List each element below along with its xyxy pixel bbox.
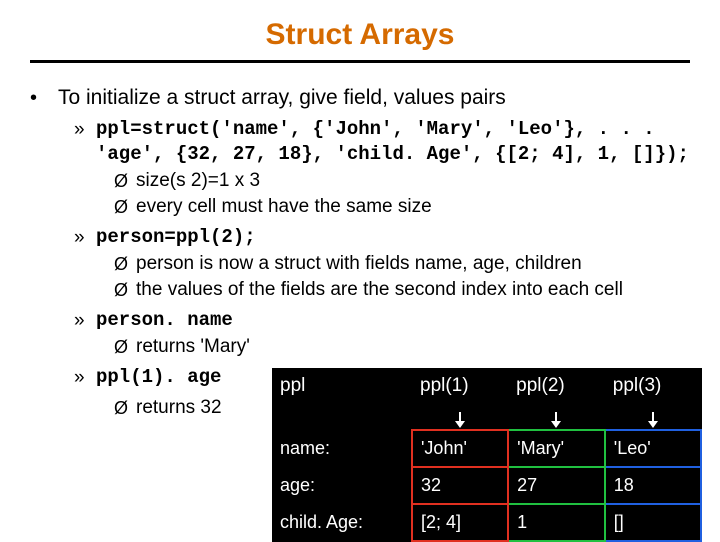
cell: 1 [508,504,605,541]
cell: 'John' [412,430,508,467]
cell: 27 [508,467,605,504]
struct-table: ppl ppl(1) ppl(2) ppl(3) name: 'John' 'M… [272,368,702,542]
cell: 18 [605,467,701,504]
cell: [] [605,504,701,541]
code-line: person. name [96,308,233,333]
header-main: ppl [272,368,412,404]
cell: [2; 4] [412,504,508,541]
raquo-bullet-icon: » [74,117,96,142]
table-header-row: ppl ppl(1) ppl(2) ppl(3) [272,368,701,404]
tri-bullet-icon: Ø [114,252,136,276]
row-label: name: [272,430,412,467]
sub-bullet: Ø the values of the fields are the secon… [114,278,690,302]
sub-text: returns 'Mary' [136,335,250,359]
down-arrow-icon [555,412,557,422]
code-block-1: » ppl=struct('name', {'John', 'Mary', 'L… [74,117,690,167]
raquo-bullet-icon: » [74,225,96,250]
sub-bullet: Ø returns 'Mary' [114,335,690,359]
header-col: ppl(3) [605,368,701,404]
raquo-bullet-icon: » [74,365,96,390]
header-col: ppl(2) [508,368,605,404]
tri-bullet-icon: Ø [114,278,136,302]
sub-text: returns 32 [136,396,222,420]
bullet-level0: • To initialize a struct array, give fie… [30,85,690,111]
table-row: child. Age: [2; 4] 1 [] [272,504,701,541]
slide: Struct Arrays • To initialize a struct a… [0,0,720,420]
header-col: ppl(1) [412,368,508,404]
struct-diagram: ppl ppl(1) ppl(2) ppl(3) name: 'John' 'M… [272,368,702,542]
code-line: ppl=struct('name', {'John', 'Mary', 'Leo… [96,117,689,142]
tri-bullet-icon: Ø [114,195,136,219]
code-block-3: » person. name [74,308,690,333]
code-line: ppl(1). age [96,365,221,390]
sub-text: the values of the fields are the second … [136,278,623,302]
cell: 'Mary' [508,430,605,467]
table-row: name: 'John' 'Mary' 'Leo' [272,430,701,467]
arrow-row [272,404,701,430]
sub-text: person is now a struct with fields name,… [136,252,582,276]
cell: 'Leo' [605,430,701,467]
intro-text: To initialize a struct array, give field… [58,85,506,111]
table-row: age: 32 27 18 [272,467,701,504]
code-line: person=ppl(2); [96,225,256,250]
raquo-bullet-icon: » [74,308,96,333]
sub-bullet: Ø every cell must have the same size [114,195,690,219]
sub-text: every cell must have the same size [136,195,432,219]
slide-title: Struct Arrays [30,18,690,60]
sub-bullet: Ø size(s 2)=1 x 3 [114,169,690,193]
tri-bullet-icon: Ø [114,169,136,193]
down-arrow-icon [652,412,654,422]
down-arrow-icon [459,412,461,422]
title-rule [30,60,690,63]
code-line: 'age', {32, 27, 18}, 'child. Age', {[2; … [96,142,689,167]
tri-bullet-icon: Ø [114,396,136,420]
sub-text: size(s 2)=1 x 3 [136,169,260,193]
row-label: child. Age: [272,504,412,541]
cell: 32 [412,467,508,504]
tri-bullet-icon: Ø [114,335,136,359]
row-label: age: [272,467,412,504]
sub-bullet: Ø person is now a struct with fields nam… [114,252,690,276]
dot-bullet-icon: • [30,85,58,111]
code-block-2: » person=ppl(2); [74,225,690,250]
